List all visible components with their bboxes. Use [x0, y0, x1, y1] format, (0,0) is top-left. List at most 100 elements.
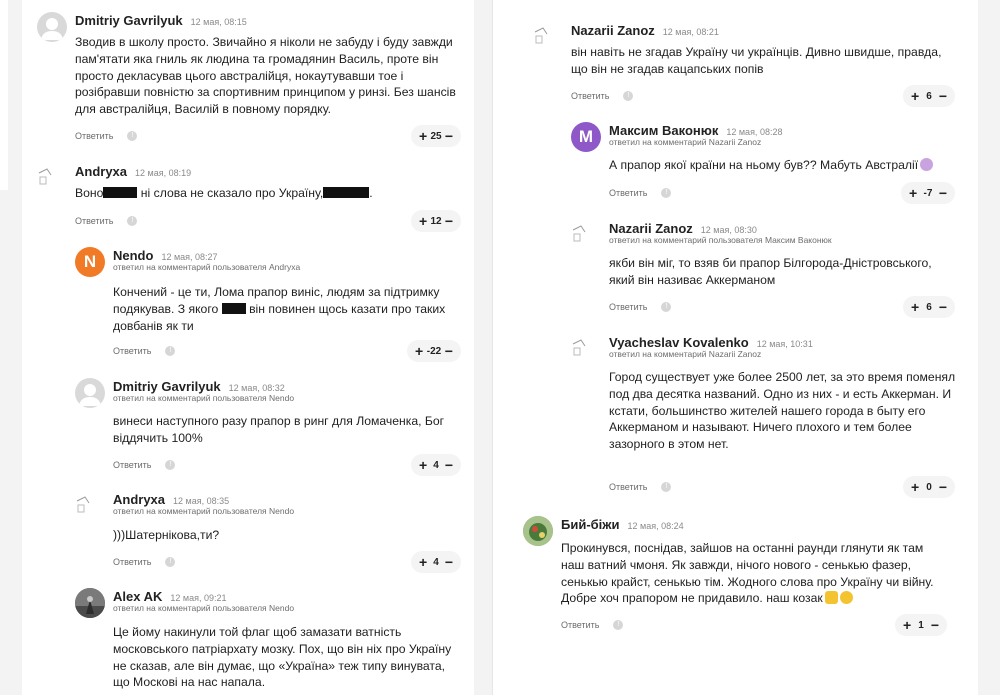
author-name[interactable]: Бий-біжи — [561, 517, 620, 532]
comment: Бий-біжи 12 мая, 08:24 Прокинувся, поснід… — [523, 516, 963, 646]
upvote-plus-icon[interactable]: + — [911, 89, 919, 103]
author-name[interactable]: Nazarii Zanoz — [609, 221, 693, 236]
comment-header: Dmitriy Gavrilyuk 12 мая, 08:15 — [75, 12, 247, 30]
upvote-plus-icon[interactable]: + — [415, 344, 423, 358]
report-icon[interactable]: ! — [165, 557, 176, 567]
broken-image-icon — [572, 339, 586, 356]
comment-reply: N Nendo 12 мая, 08:27 ответил на коммента… — [75, 247, 465, 365]
comment-reply: Alex AK 12 мая, 09:21 ответил на коммента… — [75, 588, 465, 695]
upvote-plus-icon[interactable]: + — [419, 555, 427, 569]
avatar[interactable] — [571, 220, 601, 250]
author-name[interactable]: Andryxa — [113, 492, 165, 507]
comment-actions: Ответить ! — [609, 477, 672, 497]
reply-button[interactable]: Ответить — [75, 131, 113, 141]
report-icon[interactable]: ! — [661, 302, 672, 312]
downvote-minus-icon[interactable]: − — [445, 129, 453, 143]
comment-reply: Nazarii Zanoz 12 мая, 08:30 ответил на ко… — [571, 220, 963, 320]
report-icon[interactable]: ! — [127, 216, 138, 226]
vote-control: + 25 − — [411, 125, 461, 147]
upvote-plus-icon[interactable]: + — [903, 618, 911, 632]
reply-button[interactable]: Ответить — [113, 557, 151, 567]
vote-control: + 6 − — [903, 296, 955, 318]
upvote-plus-icon[interactable]: + — [419, 214, 427, 228]
downvote-minus-icon[interactable]: − — [939, 300, 947, 314]
comment-text: якби він міг, то взяв би прапор Білгород… — [609, 256, 932, 287]
comment-text: Город существует уже более 2500 лет, за … — [609, 370, 956, 452]
comment-actions: Ответить ! — [75, 211, 138, 231]
downvote-minus-icon[interactable]: − — [445, 555, 453, 569]
report-icon[interactable]: ! — [661, 482, 672, 492]
avatar[interactable] — [75, 491, 105, 521]
report-icon[interactable]: ! — [661, 188, 672, 198]
avatar[interactable]: N — [75, 247, 105, 277]
report-icon[interactable]: ! — [613, 620, 624, 630]
author-name[interactable]: Nazarii Zanoz — [571, 23, 655, 38]
downvote-minus-icon[interactable]: − — [939, 89, 947, 103]
downvote-minus-icon[interactable]: − — [939, 480, 947, 494]
redaction-mark — [323, 187, 370, 198]
report-icon[interactable]: ! — [127, 131, 138, 141]
text-part: А прапор якої країни на ньому був?? Мабу… — [609, 158, 919, 172]
author-name[interactable]: Максим Ваконюк — [609, 123, 718, 138]
downvote-minus-icon[interactable]: − — [931, 618, 939, 632]
comment-reply: Andryxa 12 мая, 08:35 ответил на коммента… — [75, 491, 465, 575]
vote-control: + 12 − — [411, 210, 461, 232]
author-name[interactable]: Alex AK — [113, 589, 162, 604]
downvote-minus-icon[interactable]: − — [939, 186, 947, 200]
downvote-minus-icon[interactable]: − — [445, 458, 453, 472]
reply-button[interactable]: Ответить — [609, 302, 647, 312]
author-name[interactable]: Nendo — [113, 248, 153, 263]
reply-button[interactable]: Ответить — [113, 346, 151, 356]
reply-to-label: ответил на комментарий пользователя Макс… — [609, 235, 832, 245]
timestamp: 12 мая, 08:15 — [190, 17, 247, 27]
report-icon[interactable]: ! — [165, 460, 176, 470]
author-name[interactable]: Andryxa — [75, 164, 127, 179]
report-icon[interactable]: ! — [165, 346, 176, 356]
avatar[interactable] — [75, 588, 105, 618]
avatar[interactable] — [37, 12, 67, 42]
upvote-plus-icon[interactable]: + — [911, 300, 919, 314]
comment-text: винеси наступного разу прапор в ринг для… — [113, 414, 445, 445]
reply-button[interactable]: Ответить — [113, 460, 151, 470]
comment-header: Andryxa 12 мая, 08:19 — [75, 163, 191, 181]
report-icon[interactable]: ! — [623, 91, 634, 101]
avatar[interactable] — [37, 163, 67, 193]
reply-button[interactable]: Ответить — [75, 216, 113, 226]
author-name[interactable]: Dmitriy Gavrilyuk — [75, 13, 183, 28]
reply-button[interactable]: Ответить — [571, 91, 609, 101]
timestamp: 12 мая, 08:35 — [173, 496, 230, 506]
author-name[interactable]: Vyacheslav Kovalenko — [609, 335, 749, 350]
reply-to-label: ответил на комментарий пользователя Andr… — [113, 262, 301, 272]
vote-score: 4 — [433, 556, 439, 568]
avatar[interactable] — [75, 378, 105, 408]
comment: Nazarii Zanoz 12 мая, 08:21 він навіть не… — [533, 22, 963, 110]
avatar[interactable] — [571, 334, 601, 364]
comment: Andryxa 12 мая, 08:19 Воно ні слова не ск… — [37, 163, 465, 233]
timestamp: 12 мая, 08:30 — [700, 225, 757, 235]
comment-text: він навіть не згадав Україну чи українці… — [571, 45, 942, 76]
vote-control: + 4 − — [411, 551, 461, 573]
text-part: Прокинувся, поснідав, зайшов на останні … — [561, 541, 934, 606]
avatar[interactable] — [523, 516, 553, 546]
upvote-plus-icon[interactable]: + — [911, 480, 919, 494]
avatar[interactable]: М — [571, 122, 601, 152]
comment-actions: Ответить ! — [75, 126, 138, 146]
avatar[interactable] — [533, 22, 563, 52]
comments-column-right: Nazarii Zanoz 12 мая, 08:21 він навіть не… — [492, 0, 978, 695]
comment-reply: Vyacheslav Kovalenko 12 мая, 10:31 ответи… — [571, 334, 963, 500]
reply-button[interactable]: Ответить — [609, 188, 647, 198]
text-part: . — [369, 186, 373, 200]
vote-score: 12 — [430, 215, 442, 227]
reply-button[interactable]: Ответить — [561, 620, 599, 630]
downvote-minus-icon[interactable]: − — [445, 344, 453, 358]
downvote-minus-icon[interactable]: − — [445, 214, 453, 228]
upvote-plus-icon[interactable]: + — [419, 458, 427, 472]
author-name[interactable]: Dmitriy Gavrilyuk — [113, 379, 221, 394]
upvote-plus-icon[interactable]: + — [419, 129, 427, 143]
upvote-plus-icon[interactable]: + — [909, 186, 917, 200]
comment-text: )))Шатернікова,ти? — [113, 528, 220, 542]
flexed-biceps-emoji-icon — [824, 591, 838, 605]
vote-control: + -22 − — [407, 340, 461, 362]
reply-button[interactable]: Ответить — [609, 482, 647, 492]
vote-control: + 1 − — [895, 614, 947, 636]
